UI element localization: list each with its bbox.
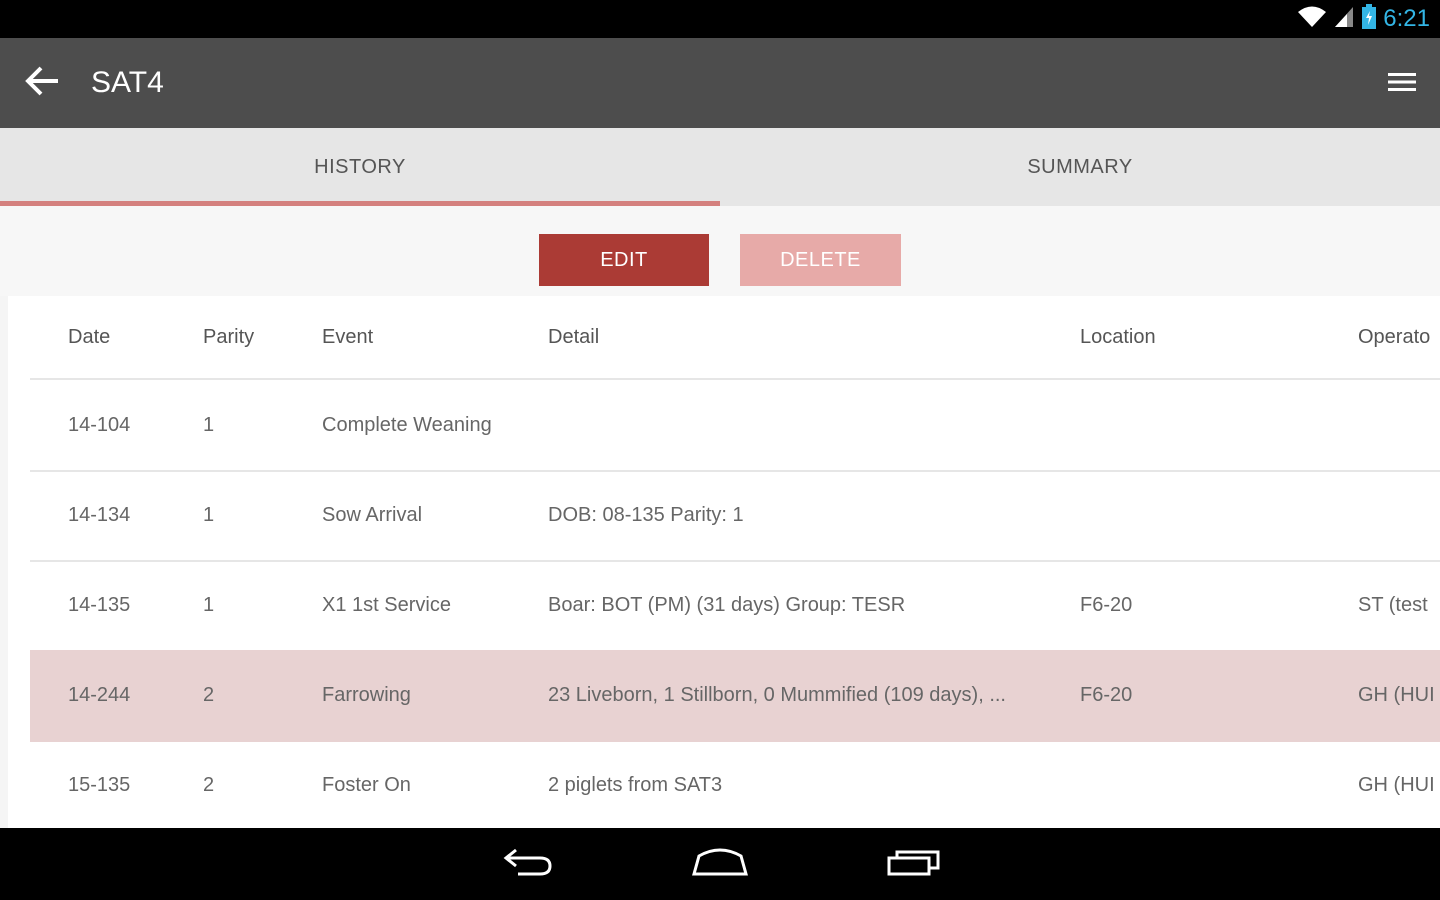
cell-operator: GH (HUI [1358, 773, 1435, 796]
cell-event: Foster On [322, 773, 411, 796]
table-row[interactable]: 15-135 2 Foster On 2 piglets from SAT3 G… [30, 740, 1440, 828]
cell-detail: 23 Liveborn, 1 Stillborn, 0 Mummified (1… [548, 683, 1006, 706]
cell-date: 14-244 [68, 683, 131, 706]
cell-date: 15-135 [68, 773, 131, 796]
header-date[interactable]: Date [68, 296, 110, 378]
nav-recents-button[interactable] [879, 842, 949, 886]
cell-location: F6-20 [1080, 593, 1133, 616]
status-time: 6:21 [1383, 5, 1430, 32]
cell-parity: 1 [203, 413, 215, 436]
header-operator[interactable]: Operato [1358, 296, 1430, 378]
cell-parity: 2 [203, 773, 215, 796]
history-table: Date Parity Event Detail Location Operat… [8, 296, 1440, 828]
cell-date: 14-135 [68, 593, 131, 616]
cell-parity: 1 [203, 593, 215, 616]
cell-event: Sow Arrival [322, 503, 423, 526]
back-button[interactable] [18, 60, 66, 106]
cell-detail: 2 piglets from SAT3 [548, 773, 723, 796]
arrow-left-icon [24, 65, 60, 102]
cell-parity: 1 [203, 503, 215, 526]
wifi-icon [1297, 5, 1327, 34]
header-location[interactable]: Location [1080, 296, 1156, 378]
cell-detail: DOB: 08-135 Parity: 1 [548, 503, 744, 526]
tab-summary[interactable]: SUMMARY [720, 128, 1440, 206]
hamburger-menu-icon [1387, 70, 1417, 99]
nav-home-icon [691, 846, 749, 883]
header-parity[interactable]: Parity [203, 296, 254, 378]
cell-location: F6-20 [1080, 683, 1133, 706]
overflow-menu-button[interactable] [1382, 64, 1422, 104]
cell-event: Farrowing [322, 683, 411, 706]
action-toolbar: EDIT DELETE [0, 206, 1440, 296]
cell-event: X1 1st Service [322, 593, 451, 616]
cell-parity: 2 [203, 683, 215, 706]
delete-button[interactable]: DELETE [740, 234, 901, 286]
signal-icon [1333, 5, 1355, 34]
system-nav-bar [0, 828, 1440, 900]
cell-operator: ST (test [1358, 593, 1428, 616]
header-detail[interactable]: Detail [548, 296, 599, 378]
cell-date: 14-104 [68, 413, 131, 436]
cell-date: 14-134 [68, 503, 131, 526]
nav-home-button[interactable] [685, 842, 755, 886]
edit-button[interactable]: EDIT [539, 234, 709, 286]
table-header: Date Parity Event Detail Location Operat… [30, 296, 1440, 380]
nav-back-button[interactable] [493, 842, 563, 886]
page-title: SAT4 [91, 66, 164, 99]
header-event[interactable]: Event [322, 296, 373, 378]
table-row-selected[interactable]: 14-244 2 Farrowing 23 Liveborn, 1 Stillb… [30, 650, 1440, 742]
table-row[interactable]: 14-104 1 Complete Weaning [30, 380, 1440, 472]
cell-detail: Boar: BOT (PM) (31 days) Group: TESR [548, 593, 906, 616]
tab-bar: HISTORY SUMMARY [0, 128, 1440, 206]
cell-event: Complete Weaning [322, 413, 492, 436]
table-row[interactable]: 14-135 1 X1 1st Service Boar: BOT (PM) (… [30, 560, 1440, 652]
table-row[interactable]: 14-134 1 Sow Arrival DOB: 08-135 Parity:… [30, 470, 1440, 562]
cell-operator: GH (HUI [1358, 683, 1435, 706]
status-indicators: 6:21 [1297, 0, 1430, 38]
status-bar: 6:21 [0, 0, 1440, 38]
action-bar: SAT4 [0, 38, 1440, 128]
battery-icon [1361, 3, 1377, 35]
nav-recents-icon [886, 846, 942, 883]
tab-history[interactable]: HISTORY [0, 128, 720, 206]
nav-back-icon [502, 846, 554, 883]
